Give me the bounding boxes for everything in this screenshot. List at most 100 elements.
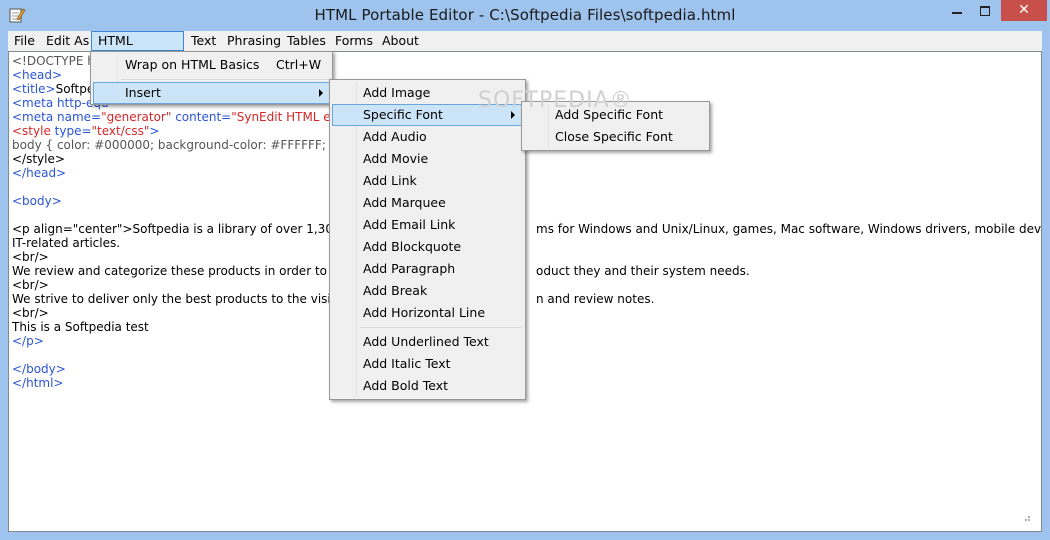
code-line: body { color: #000000; background-color:…: [12, 138, 337, 152]
paragraph-text: We strive to deliver only the best produ…: [12, 292, 366, 306]
paragraph-text: ms for Windows and Unix/Linux, games, Ma…: [536, 222, 1042, 236]
menu-separator: [360, 327, 522, 328]
code-line: We review and categorize these products …: [12, 264, 362, 278]
menu-item-add-email-link[interactable]: Add Email Link: [332, 214, 523, 236]
tag-text: <body>: [12, 194, 62, 208]
code-line: n and review notes.: [536, 292, 654, 306]
tag-text: <br/>: [12, 278, 49, 292]
tag-text: <meta name=: [12, 110, 102, 124]
tag-text: <br/>: [12, 250, 49, 264]
code-line: </p>: [12, 334, 44, 348]
menu-edit-as[interactable]: Edit As: [40, 31, 95, 51]
tag-text: <title>: [12, 82, 56, 96]
title-bar[interactable]: HTML Portable Editor - C:\Softpedia File…: [0, 0, 1050, 31]
attr-name: content=: [171, 110, 232, 124]
menu-item-label: Add Email Link: [363, 217, 456, 232]
menu-item-label: Insert: [125, 85, 161, 100]
paragraph-text: We review and categorize these products …: [12, 264, 362, 278]
menu-item-label: Add Link: [363, 173, 417, 188]
minimize-button[interactable]: [943, 0, 971, 21]
code-line: <head>: [12, 68, 62, 82]
code-line: </head>: [12, 166, 66, 180]
menu-item-shortcut: Ctrl+W: [276, 57, 322, 72]
code-line: IT-related articles.: [12, 236, 120, 250]
menu-item-label: Add Paragraph: [363, 261, 456, 276]
menu-item-add-horizontal-line[interactable]: Add Horizontal Line: [332, 302, 523, 324]
menu-html-tagging[interactable]: HTML Tagging: [91, 31, 184, 65]
code-line: ms for Windows and Unix/Linux, games, Ma…: [536, 222, 1042, 236]
menu-item-label: Add Blockquote: [363, 239, 462, 254]
menu-tables[interactable]: Tables: [281, 31, 332, 51]
paragraph-text: <p align="center">Softpedia is a library…: [12, 222, 368, 236]
menu-item-label: Add Movie: [363, 151, 429, 166]
menu-forms[interactable]: Forms: [329, 31, 379, 51]
attr-name: type=: [54, 124, 92, 138]
code-line: We strive to deliver only the best produ…: [12, 292, 366, 306]
code-line: <body>: [12, 194, 62, 208]
tag-text: </head>: [12, 166, 67, 180]
code-line: </style>: [12, 152, 65, 166]
code-line: <meta name="generator" content="SynEdit …: [12, 110, 375, 124]
code-line: </html>: [12, 376, 64, 390]
menu-item-label: Add Marquee: [363, 195, 446, 210]
minimize-icon: [952, 12, 962, 14]
menu-item-label: Add Italic Text: [363, 356, 451, 371]
insert-submenu: Add Image Specific Font Add Audio Add Mo…: [329, 79, 526, 400]
menu-item-add-audio[interactable]: Add Audio: [332, 126, 523, 148]
menu-item-add-movie[interactable]: Add Movie: [332, 148, 523, 170]
window-title: HTML Portable Editor - C:\Softpedia File…: [314, 6, 736, 24]
menu-text[interactable]: Text: [185, 31, 222, 51]
menu-about[interactable]: About: [376, 31, 425, 51]
menu-separator: [121, 79, 329, 80]
tag-text: >: [149, 124, 160, 138]
menu-item-add-bold-text[interactable]: Add Bold Text: [332, 375, 523, 397]
menu-item-label: Specific Font: [363, 107, 443, 122]
tag-text: <head>: [12, 68, 63, 82]
menu-item-add-marquee[interactable]: Add Marquee: [332, 192, 523, 214]
css-text: body { color: #000000; background-color:…: [12, 138, 338, 152]
menu-item-label: Add Underlined Text: [363, 334, 489, 349]
menu-item-label: Add Bold Text: [363, 378, 449, 393]
code-line: oduct they and their system needs.: [536, 264, 750, 278]
tag-text: </body>: [12, 362, 66, 376]
attr-value: "text/css": [91, 124, 150, 138]
html-tagging-menu: Wrap on HTML Basics Ctrl+W Insert: [90, 51, 333, 105]
code-line: <br/>: [12, 278, 49, 292]
menu-item-wrap-html-basics[interactable]: Wrap on HTML Basics Ctrl+W: [93, 54, 330, 76]
tag-text: <style: [12, 124, 55, 138]
menu-item-add-underlined-text[interactable]: Add Underlined Text: [332, 331, 523, 353]
close-icon: ✕: [1018, 2, 1030, 18]
menu-item-label: Close Specific Font: [555, 129, 673, 144]
menu-item-label: Add Image: [363, 85, 431, 100]
softpedia-watermark: SOFTPEDIA®: [478, 88, 633, 113]
resize-grip-icon[interactable]: [1021, 511, 1031, 521]
doctype-text: <!DOCTYPE ht: [12, 54, 100, 68]
close-button[interactable]: ✕: [1001, 0, 1047, 21]
menu-item-add-link[interactable]: Add Link: [332, 170, 523, 192]
menu-item-label: Add Audio: [363, 129, 427, 144]
code-line: <title>Softped: [12, 82, 102, 96]
menu-item-add-italic-text[interactable]: Add Italic Text: [332, 353, 523, 375]
maximize-icon: [980, 6, 990, 16]
paragraph-text: This is a Softpedia test: [12, 320, 149, 334]
menu-item-label: Wrap on HTML Basics: [125, 57, 260, 72]
menu-item-add-paragraph[interactable]: Add Paragraph: [332, 258, 523, 280]
menu-phrasing[interactable]: Phrasing: [221, 31, 287, 51]
menu-item-add-break[interactable]: Add Break: [332, 280, 523, 302]
menu-item-label: Add Break: [363, 283, 428, 298]
tag-text: </html>: [12, 376, 64, 390]
menu-file[interactable]: File: [8, 31, 41, 51]
app-window: HTML Portable Editor - C:\Softpedia File…: [0, 0, 1050, 540]
maximize-button[interactable]: [971, 0, 999, 21]
menu-item-label: Add Horizontal Line: [363, 305, 486, 320]
code-line: </body>: [12, 362, 66, 376]
tag-text: </p>: [12, 334, 44, 348]
menu-item-insert[interactable]: Insert: [93, 82, 330, 104]
menu-item-add-blockquote[interactable]: Add Blockquote: [332, 236, 523, 258]
paragraph-text: n and review notes.: [536, 292, 655, 306]
code-line: <br/>: [12, 250, 49, 264]
tag-text: <br/>: [12, 306, 49, 320]
code-line: This is a Softpedia test: [12, 320, 149, 334]
code-line: <p align="center">Softpedia is a library…: [12, 222, 367, 236]
menu-item-close-specific-font[interactable]: Close Specific Font: [524, 126, 707, 148]
